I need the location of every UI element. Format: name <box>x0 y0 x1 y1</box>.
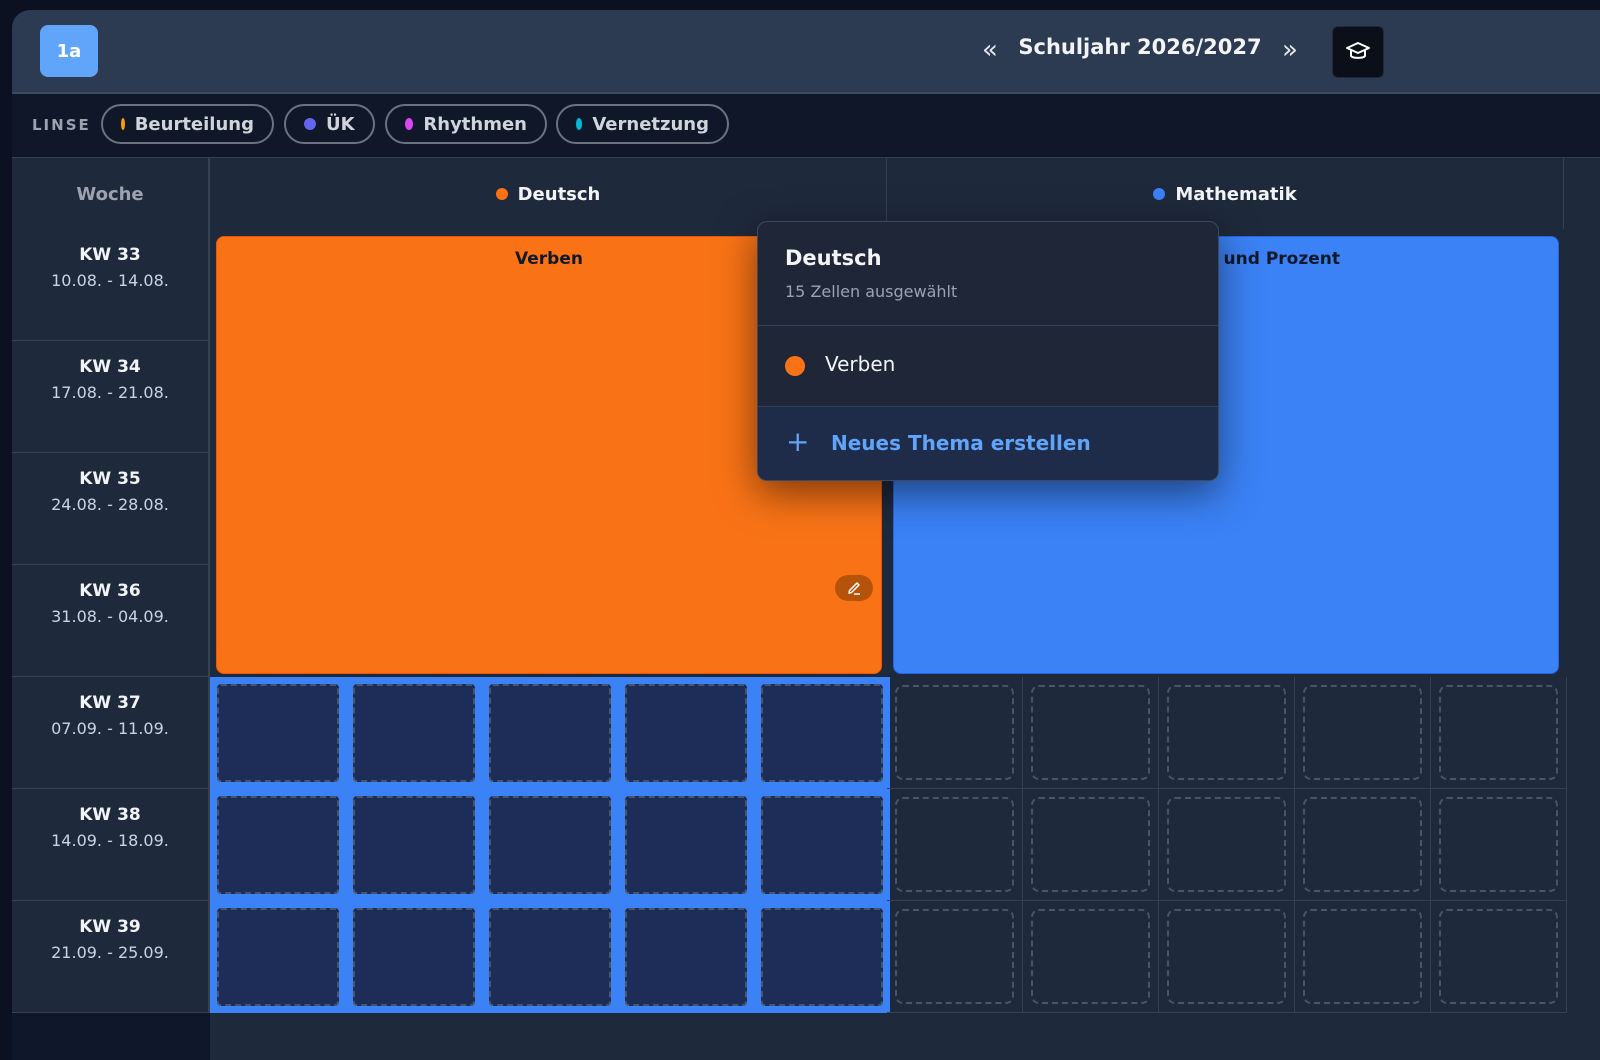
topic-option-label: Verben <box>825 352 896 376</box>
grid-cell-empty[interactable] <box>1023 677 1159 789</box>
class-selector[interactable]: 1a <box>40 25 98 77</box>
topic-popover: Deutsch 15 Zellen ausgewählt Verben + Ne… <box>757 221 1219 481</box>
lens-dot-icon <box>121 118 125 130</box>
week-dates: 10.08. - 14.08. <box>51 271 169 290</box>
school-year-title: Schuljahr 2026/2027 <box>1018 35 1262 59</box>
lens-chip-vernetzung[interactable]: Vernetzung <box>556 104 729 144</box>
create-new-topic-label: Neues Thema erstellen <box>831 431 1091 455</box>
grid-cell-selected[interactable] <box>210 901 346 1013</box>
lens-label: LINSE <box>32 116 91 134</box>
grid-cell-selected[interactable] <box>482 789 618 901</box>
grid-cell-selected[interactable] <box>754 901 890 1013</box>
lens-dot-icon <box>405 118 414 130</box>
grid-cell-empty[interactable] <box>1295 901 1431 1013</box>
week-column-header: Woche <box>12 158 210 230</box>
week-dates: 17.08. - 21.08. <box>51 383 169 402</box>
week-row-kw38: KW 38 14.09. - 18.09. <box>12 789 210 901</box>
top-bar: 1a « Schuljahr 2026/2027 » <box>12 10 1600 94</box>
week-dates: 07.09. - 11.09. <box>51 719 169 738</box>
grid-cell-selected[interactable] <box>618 677 754 789</box>
week-dates: 24.08. - 28.08. <box>51 495 169 514</box>
week-number: KW 34 <box>79 357 141 377</box>
previous-year-button[interactable]: « <box>972 32 1008 68</box>
week-row-kw35: KW 35 24.08. - 28.08. <box>12 453 210 565</box>
grid-cell-empty[interactable] <box>1431 789 1567 901</box>
pencil-icon <box>848 582 860 595</box>
week-number: KW 36 <box>79 581 141 601</box>
edit-topic-button[interactable] <box>835 575 873 601</box>
lens-chip-beurteilung[interactable]: Beurteilung <box>101 104 274 144</box>
subject-dot-icon <box>1153 188 1166 200</box>
grid-cell-empty[interactable] <box>1159 901 1295 1013</box>
week-row-kw39: KW 39 21.09. - 25.09. <box>12 901 210 1013</box>
graduation-cap-icon <box>1346 42 1370 59</box>
week-number: KW 33 <box>79 245 141 265</box>
subject-name: Mathematik <box>1175 183 1297 205</box>
grid-cell-empty[interactable] <box>1159 677 1295 789</box>
week-dates: 31.08. - 04.09. <box>51 607 169 626</box>
lens-chip-rhythmen[interactable]: Rhythmen <box>385 104 547 144</box>
chip-label: Rhythmen <box>423 113 527 135</box>
grid-cell-selected[interactable] <box>618 901 754 1013</box>
grid-cell-empty[interactable] <box>1023 901 1159 1013</box>
week-row-kw36: KW 36 31.08. - 04.09. <box>12 565 210 677</box>
subject-name: Deutsch <box>517 183 601 205</box>
subject-header-deutsch[interactable]: Deutsch <box>210 158 887 230</box>
grid-cell-selected[interactable] <box>346 901 482 1013</box>
grid-cell-empty[interactable] <box>1295 677 1431 789</box>
grid-cell-selected[interactable] <box>618 789 754 901</box>
lens-dot-icon <box>576 118 583 130</box>
grid-cell-selected[interactable] <box>210 677 346 789</box>
popover-title: Deutsch <box>785 246 882 270</box>
grid-cell-selected[interactable] <box>482 901 618 1013</box>
lens-chip-uek[interactable]: ÜK <box>284 104 375 144</box>
subject-dot-icon <box>495 188 508 200</box>
week-number: KW 38 <box>79 805 141 825</box>
week-dates: 21.09. - 25.09. <box>51 943 169 962</box>
chip-label: ÜK <box>326 113 355 135</box>
chip-label: Beurteilung <box>134 113 254 135</box>
lens-dot-icon <box>304 118 316 130</box>
grid-cell-empty[interactable] <box>1159 789 1295 901</box>
grid-cell-empty[interactable] <box>887 789 1023 901</box>
chip-label: Vernetzung <box>592 113 709 135</box>
week-row-kw33: KW 33 10.08. - 14.08. <box>12 229 210 341</box>
week-row-kw37: KW 37 07.09. - 11.09. <box>12 677 210 789</box>
grid-cell-empty[interactable] <box>1295 789 1431 901</box>
week-dates: 14.09. - 18.09. <box>51 831 169 850</box>
graduation-cap-button[interactable] <box>1332 26 1384 78</box>
grid-cell-selected[interactable] <box>346 677 482 789</box>
grid-cell-empty[interactable] <box>1431 677 1567 789</box>
next-year-button[interactable]: » <box>1272 32 1308 68</box>
create-new-topic-button[interactable]: + Neues Thema erstellen <box>758 407 1218 480</box>
topic-dot-icon <box>785 356 805 376</box>
grid-cell-empty[interactable] <box>1023 789 1159 901</box>
popover-subtitle: 15 Zellen ausgewählt <box>785 282 958 301</box>
grid-cell-empty[interactable] <box>887 677 1023 789</box>
grid-cell-selected[interactable] <box>210 789 346 901</box>
plus-icon: + <box>786 425 810 458</box>
subject-header-mathematik[interactable]: Mathematik <box>887 158 1564 230</box>
week-row-kw34: KW 34 17.08. - 21.08. <box>12 341 210 453</box>
week-number: KW 37 <box>79 693 141 713</box>
lens-filter-bar: LINSE Beurteilung ÜK Rhythmen Vernetzung <box>12 94 1600 158</box>
grid-cell-selected[interactable] <box>482 677 618 789</box>
week-number: KW 39 <box>79 917 141 937</box>
week-number: KW 35 <box>79 469 141 489</box>
grid-cell-selected[interactable] <box>754 789 890 901</box>
grid-cell-empty[interactable] <box>1431 901 1567 1013</box>
grid-cell-selected[interactable] <box>346 789 482 901</box>
popover-topic-option-verben[interactable]: Verben <box>758 326 1218 406</box>
topic-title: en und Prozent <box>1194 249 1341 269</box>
grid-header: Woche Deutsch Mathematik <box>12 157 1600 231</box>
app-window: 1a « Schuljahr 2026/2027 » LINSE Beurtei… <box>12 10 1600 1060</box>
grid-cell-empty[interactable] <box>887 901 1023 1013</box>
grid-cell-selected[interactable] <box>754 677 890 789</box>
